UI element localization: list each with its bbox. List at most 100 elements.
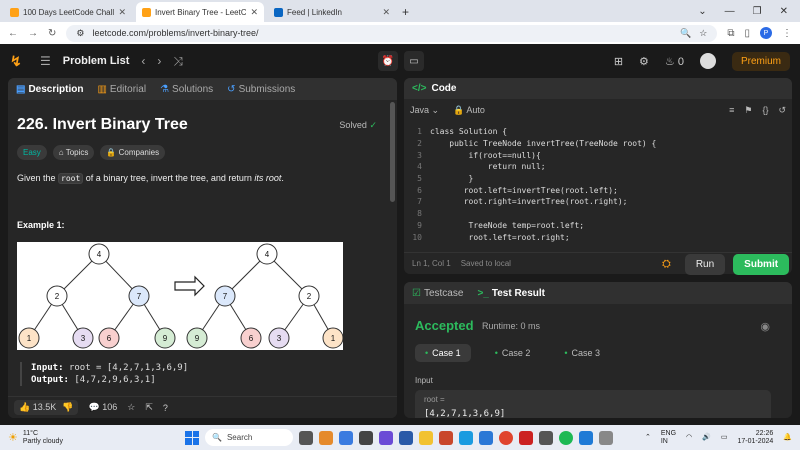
- file-explorer-icon[interactable]: [419, 430, 433, 445]
- share-icon[interactable]: ⇱: [145, 402, 153, 413]
- node-label: 2: [55, 292, 60, 301]
- premium-button[interactable]: Premium: [731, 51, 790, 71]
- browser-tab-2[interactable]: Invert Binary Tree - LeetCode ✕: [136, 2, 264, 22]
- window-controls: ⌄ — ❐ ✕: [698, 6, 800, 22]
- like-button[interactable]: 👍 13.5K: [19, 402, 56, 413]
- maximize-icon[interactable]: ❐: [753, 6, 762, 17]
- battery-icon[interactable]: ▭: [721, 434, 728, 442]
- prev-problem-icon[interactable]: ‹: [141, 54, 145, 68]
- sidebar-icon[interactable]: ▯: [744, 28, 750, 39]
- streak-counter[interactable]: ♨ 0: [665, 55, 684, 68]
- notes-icon[interactable]: ▭: [404, 51, 424, 71]
- next-problem-icon[interactable]: ›: [157, 54, 161, 68]
- url-field[interactable]: ⚙ leetcode.com/problems/invert-binary-tr…: [66, 24, 718, 42]
- app-icon[interactable]: [359, 430, 373, 445]
- tab-description[interactable]: ▤ Description: [16, 84, 83, 95]
- clock[interactable]: 22:26 17-01-2024: [737, 430, 773, 446]
- scrollbar-thumb[interactable]: [390, 102, 395, 202]
- node-label: 4: [97, 250, 102, 259]
- problem-list-link[interactable]: Problem List: [63, 55, 130, 67]
- site-info-icon[interactable]: ⚙: [76, 28, 84, 39]
- history-icon: ↺: [227, 83, 236, 95]
- companies-chip[interactable]: 🔒 Companies: [100, 145, 166, 160]
- taskbar-search[interactable]: 🔍 Search: [205, 429, 293, 446]
- bookmark-star-icon[interactable]: ☆: [699, 28, 707, 39]
- volume-icon[interactable]: 🔊: [702, 434, 711, 442]
- tab-editorial[interactable]: ▥ Editorial: [97, 84, 146, 95]
- submit-button[interactable]: Submit: [733, 254, 790, 275]
- task-view-icon[interactable]: [299, 430, 313, 445]
- minimize-icon[interactable]: —: [725, 6, 735, 17]
- notes-upload-icon[interactable]: ⛭: [662, 258, 671, 271]
- back-icon[interactable]: ←: [8, 28, 18, 39]
- tab-test-result[interactable]: >_ Test Result: [477, 288, 545, 299]
- menu-icon[interactable]: ⋮: [782, 28, 792, 39]
- shuffle-icon[interactable]: ⤨: [173, 54, 183, 69]
- forward-icon[interactable]: →: [28, 28, 38, 39]
- leetcode-logo-icon[interactable]: ↯: [10, 53, 28, 70]
- case-tab-3[interactable]: • Case 3: [554, 344, 610, 362]
- user-avatar[interactable]: [699, 53, 716, 69]
- app-icon[interactable]: [319, 430, 333, 445]
- difficulty-badge: Easy: [17, 145, 47, 160]
- weather-widget[interactable]: ☀ 11°C Partly cloudy: [8, 430, 63, 446]
- language-indicator[interactable]: ENG IN: [661, 430, 676, 446]
- app-icon[interactable]: [399, 430, 413, 445]
- mcafee-icon[interactable]: [519, 430, 533, 445]
- vscode-icon[interactable]: [579, 430, 593, 445]
- new-tab-button[interactable]: +: [402, 5, 409, 19]
- app-icon[interactable]: [599, 430, 613, 445]
- timer-icon[interactable]: ⏰: [378, 51, 398, 71]
- solved-label: Solved: [339, 120, 367, 130]
- settings-gear-icon[interactable]: ⚙: [639, 55, 649, 68]
- wifi-icon[interactable]: ◠: [686, 434, 692, 442]
- close-icon[interactable]: ✕: [118, 7, 126, 18]
- browser-tab-3[interactable]: Feed | LinkedIn ✕: [268, 2, 396, 22]
- code-editor[interactable]: 1 class Solution { 2 public TreeNode inve…: [404, 126, 792, 243]
- favorite-star-icon[interactable]: ☆: [127, 402, 135, 413]
- app-icon[interactable]: [539, 430, 553, 445]
- topics-chip[interactable]: ⌂ Topics: [52, 145, 95, 160]
- language-select[interactable]: Java ⌄: [410, 105, 439, 116]
- reset-icon[interactable]: ↺: [778, 105, 786, 116]
- case-tab-1[interactable]: • Case 1: [415, 344, 471, 362]
- app-icon[interactable]: [479, 430, 493, 445]
- auto-mode-toggle[interactable]: 🔒 Auto: [453, 105, 485, 116]
- browser-tab-1[interactable]: 100 Days LeetCode Challenge ✕: [4, 2, 132, 22]
- run-button[interactable]: Run: [684, 254, 726, 275]
- problem-tags: Easy ⌂ Topics 🔒 Companies: [17, 145, 166, 160]
- teams-icon[interactable]: [379, 430, 393, 445]
- spotify-icon[interactable]: [559, 430, 573, 445]
- companies-label: Companies: [118, 148, 160, 157]
- eye-icon[interactable]: ◉: [760, 320, 770, 333]
- app-icon[interactable]: [339, 430, 353, 445]
- tab-submissions[interactable]: ↺ Submissions: [227, 84, 295, 95]
- zoom-icon[interactable]: 🔍: [680, 28, 691, 39]
- tray-chevron-icon[interactable]: ⌃: [645, 434, 651, 442]
- chrome-icon[interactable]: [499, 430, 513, 445]
- windows-start-icon[interactable]: [185, 430, 199, 445]
- close-icon[interactable]: ✕: [382, 7, 390, 18]
- chevron-down-icon[interactable]: ⌄: [698, 6, 706, 17]
- node-label: 7: [223, 292, 228, 301]
- help-icon[interactable]: ?: [163, 403, 168, 413]
- format-icon[interactable]: ≡: [729, 105, 734, 116]
- thumbs-down-icon[interactable]: 👎: [62, 402, 73, 413]
- tab-solutions[interactable]: ⚗ Solutions: [160, 84, 213, 95]
- edge-icon[interactable]: [459, 430, 473, 445]
- bookmark-icon[interactable]: ⚑: [744, 105, 752, 116]
- tab-testcase[interactable]: ☑ Testcase: [412, 288, 463, 299]
- layout-icon[interactable]: ⊞: [614, 55, 623, 68]
- notification-icon[interactable]: 🔔: [783, 434, 792, 442]
- reload-icon[interactable]: ↻: [48, 28, 56, 39]
- comments-button[interactable]: 💬 106: [88, 402, 117, 413]
- mode-label: Auto: [466, 104, 485, 115]
- office-icon[interactable]: [439, 430, 453, 445]
- extensions-icon[interactable]: ⧉: [727, 28, 734, 39]
- braces-icon[interactable]: {}: [762, 105, 768, 116]
- close-window-icon[interactable]: ✕: [780, 6, 788, 17]
- topbar-right: ⊞ ⚙ ♨ 0 Premium: [614, 51, 790, 71]
- case-tab-2[interactable]: • Case 2: [485, 344, 541, 362]
- close-icon[interactable]: ✕: [250, 7, 258, 18]
- profile-avatar[interactable]: P: [760, 27, 772, 39]
